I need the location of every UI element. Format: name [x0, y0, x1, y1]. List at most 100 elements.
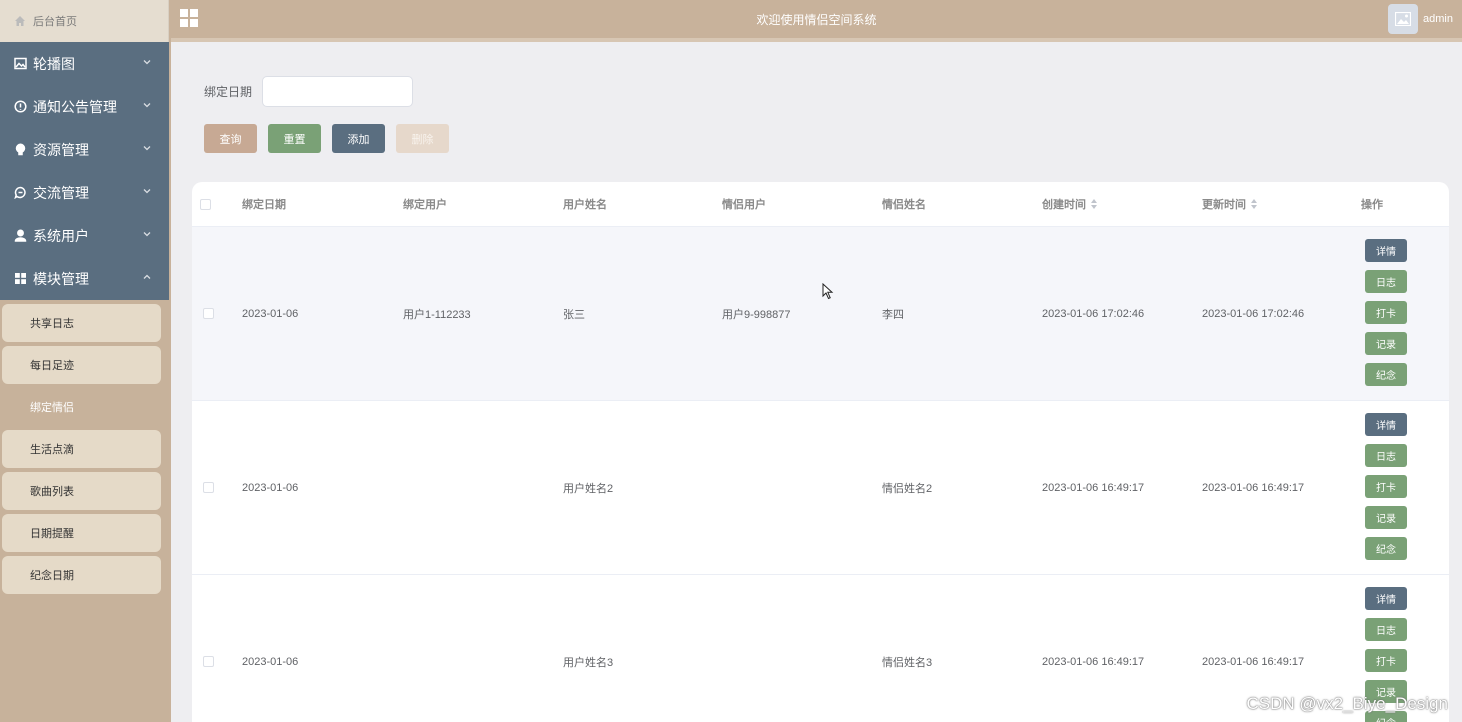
sort-icon[interactable] [1091, 199, 1098, 209]
header-actions: 操作 [1361, 199, 1383, 211]
cell-partner-user: 用户9-998877 [722, 308, 791, 321]
checkin-button[interactable]: 打卡 [1365, 649, 1407, 672]
sidebar-item-label: 通知公告管理 [33, 98, 117, 115]
row-checkbox[interactable] [203, 656, 214, 667]
header-updated-time[interactable]: 更新时间 [1202, 182, 1258, 226]
grid-icon [15, 273, 26, 284]
memorial-button[interactable]: 纪念 [1365, 363, 1407, 386]
cell-partner-name: 李四 [882, 308, 904, 321]
row-checkbox[interactable] [203, 482, 214, 493]
mouse-cursor-icon [822, 283, 834, 300]
module-submenu: 共享日志 每日足迹 绑定情侣 生活点滴 歌曲列表 日期提醒 纪念日期 [0, 300, 169, 594]
main-content: 绑定日期 查询 重置 添加 删除 绑定日期 绑定用户 用户姓名 情侣用户 情侣姓… [171, 38, 1462, 722]
chevron-down-icon [143, 103, 151, 108]
header-created-label: 创建时间 [1042, 199, 1086, 211]
home-label: 后台首页 [33, 16, 77, 28]
cell-partner-name: 情侣姓名2 [882, 482, 933, 495]
system-title: 欢迎使用情侣空间系统 [756, 13, 877, 27]
row-actions: 详情 日志 打卡 记录 纪念 [1365, 413, 1407, 568]
row-actions: 详情 日志 打卡 记录 纪念 [1365, 239, 1407, 394]
data-table: 绑定日期 绑定用户 用户姓名 情侣用户 情侣姓名 创建时间 更新时间 操作 20… [192, 182, 1449, 722]
chevron-up-icon [143, 274, 151, 279]
delete-button[interactable]: 删除 [396, 124, 449, 153]
sidebar-item-system-users[interactable]: 系统用户 [0, 214, 169, 257]
reset-button[interactable]: 重置 [268, 124, 321, 153]
record-button[interactable]: 记录 [1365, 332, 1407, 355]
sidebar-item-carousel[interactable]: 轮播图 [0, 42, 169, 85]
select-all-checkbox[interactable] [200, 198, 211, 210]
log-button[interactable]: 日志 [1365, 444, 1407, 467]
sidebar-item-label: 系统用户 [33, 227, 89, 244]
cell-created-time: 2023-01-06 17:02:46 [1042, 307, 1145, 320]
submenu-item-daily-footprint[interactable]: 每日足迹 [2, 346, 161, 384]
table-row: 2023-01-06 用户姓名2 情侣姓名2 2023-01-06 16:49:… [192, 401, 1449, 575]
sidebar-item-exchange[interactable]: 交流管理 [0, 171, 169, 214]
submenu-item-anniversary[interactable]: 纪念日期 [2, 556, 161, 594]
picture-icon [14, 57, 27, 70]
home-link[interactable]: 后台首页 [0, 0, 169, 42]
chevron-down-icon [143, 60, 151, 65]
sidebar-item-label: 轮播图 [33, 55, 75, 72]
memorial-button[interactable]: 纪念 [1365, 537, 1407, 560]
chat-icon [14, 186, 26, 199]
row-checkbox[interactable] [203, 308, 214, 319]
submenu-item-bind-couple[interactable]: 绑定情侣 [2, 388, 161, 426]
cell-partner-name: 情侣姓名3 [882, 656, 933, 669]
chevron-down-icon [143, 146, 151, 151]
checkin-button[interactable]: 打卡 [1365, 475, 1407, 498]
sidebar-item-label: 交流管理 [33, 184, 89, 201]
sidebar-item-notice[interactable]: 通知公告管理 [0, 85, 169, 128]
table-header: 绑定日期 绑定用户 用户姓名 情侣用户 情侣姓名 创建时间 更新时间 操作 [192, 182, 1449, 227]
header-partner-user: 情侣用户 [722, 199, 766, 211]
header-updated-label: 更新时间 [1202, 199, 1246, 211]
header-created-time[interactable]: 创建时间 [1042, 182, 1098, 226]
bulb-icon [15, 143, 26, 156]
image-placeholder-icon [1395, 12, 1411, 26]
cell-bind-date: 2023-01-06 [242, 307, 299, 320]
detail-button[interactable]: 详情 [1365, 239, 1407, 262]
avatar[interactable] [1388, 4, 1418, 34]
cell-user-name: 张三 [563, 308, 585, 321]
action-buttons: 查询 重置 添加 删除 [204, 124, 460, 153]
chevron-down-icon [143, 232, 151, 237]
sidebar-menu: 轮播图 通知公告管理 资源管理 交流管理 系统用户 模块管理 [0, 42, 169, 300]
submenu-item-song-list[interactable]: 歌曲列表 [2, 472, 161, 510]
cell-created-time: 2023-01-06 16:49:17 [1042, 481, 1145, 494]
topbar: 欢迎使用情侣空间系统 admin [171, 0, 1462, 38]
header-partner-name: 情侣姓名 [882, 199, 926, 211]
checkin-button[interactable]: 打卡 [1365, 301, 1407, 324]
submenu-item-life-moments[interactable]: 生活点滴 [2, 430, 161, 468]
cell-bind-date: 2023-01-06 [242, 481, 299, 494]
detail-button[interactable]: 详情 [1365, 587, 1407, 610]
table-row: 2023-01-06 用户1-112233 张三 用户9-998877 李四 2… [192, 227, 1449, 401]
watermark: CSDN @vx2_Biye_Design [1246, 694, 1448, 713]
sort-icon[interactable] [1251, 199, 1258, 209]
cell-updated-time: 2023-01-06 16:49:17 [1202, 481, 1305, 494]
bind-date-label: 绑定日期 [204, 85, 253, 99]
detail-button[interactable]: 详情 [1365, 413, 1407, 436]
sidebar-item-resources[interactable]: 资源管理 [0, 128, 169, 171]
cell-bind-date: 2023-01-06 [242, 655, 299, 668]
cell-user-name: 用户姓名2 [563, 482, 614, 495]
info-icon [14, 100, 27, 113]
cell-user-name: 用户姓名3 [563, 656, 614, 669]
username[interactable]: admin [1423, 13, 1453, 25]
add-button[interactable]: 添加 [332, 124, 385, 153]
header-bind-date: 绑定日期 [242, 199, 286, 211]
query-button[interactable]: 查询 [204, 124, 257, 153]
bind-date-input[interactable] [262, 76, 414, 107]
submenu-item-date-reminder[interactable]: 日期提醒 [2, 514, 161, 552]
user-icon [14, 229, 27, 242]
cell-created-time: 2023-01-06 16:49:17 [1042, 655, 1145, 668]
log-button[interactable]: 日志 [1365, 270, 1407, 293]
cell-bind-user: 用户1-112233 [403, 308, 471, 321]
header-user-name: 用户姓名 [563, 199, 607, 211]
chevron-down-icon [143, 189, 151, 194]
sidebar: 后台首页 轮播图 通知公告管理 资源管理 交流管理 系统用户 模块管理 共享日志… [0, 0, 169, 722]
submenu-item-shared-log[interactable]: 共享日志 [2, 304, 161, 342]
cell-updated-time: 2023-01-06 17:02:46 [1202, 307, 1305, 320]
home-icon [15, 16, 25, 26]
record-button[interactable]: 记录 [1365, 506, 1407, 529]
sidebar-item-modules[interactable]: 模块管理 [0, 257, 169, 300]
log-button[interactable]: 日志 [1365, 618, 1407, 641]
